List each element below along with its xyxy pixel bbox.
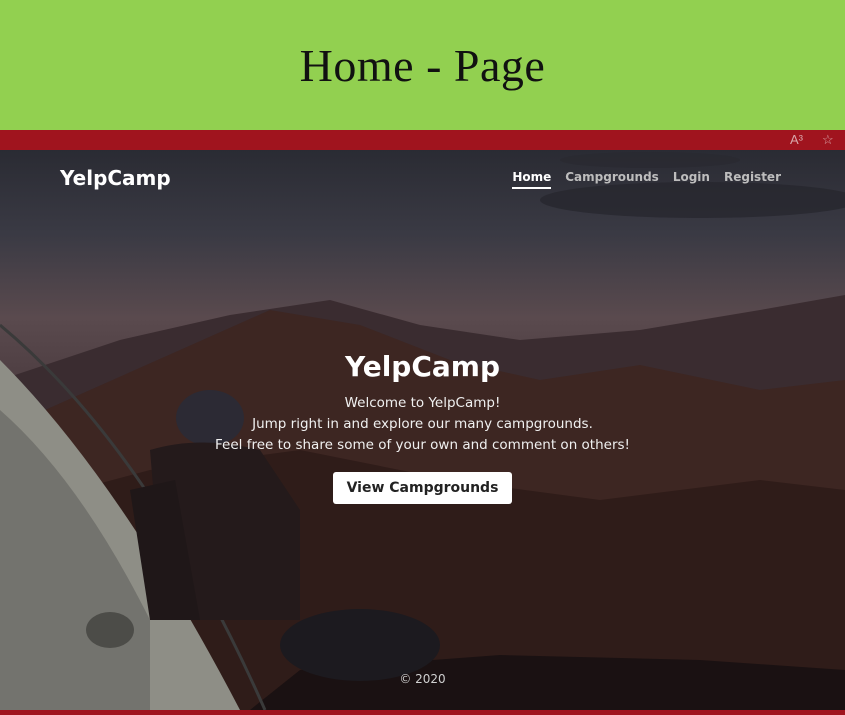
navbar: YelpCamp Home Campgrounds Login Register: [0, 150, 845, 210]
nav-link-register[interactable]: Register: [724, 170, 781, 189]
view-campgrounds-button[interactable]: View Campgrounds: [332, 472, 513, 504]
nav-link-campgrounds[interactable]: Campgrounds: [565, 170, 659, 189]
page-title: Home - Page: [299, 39, 546, 91]
hero-explore-text: Jump right in and explore our many campg…: [252, 416, 593, 432]
navbar-brand[interactable]: YelpCamp: [60, 166, 171, 190]
nav-link-login[interactable]: Login: [673, 170, 710, 189]
nav-links: Home Campgrounds Login Register: [512, 170, 781, 189]
hero-share-text: Feel free to share some of your own and …: [215, 437, 630, 453]
hero-content: YelpCamp Welcome to YelpCamp! Jump right…: [0, 350, 845, 504]
bottom-border: [0, 710, 845, 715]
hero-title: YelpCamp: [345, 350, 500, 383]
nav-link-home[interactable]: Home: [512, 170, 552, 189]
read-aloud-icon[interactable]: A³: [790, 131, 803, 149]
hero-section: YelpCamp Home Campgrounds Login Register…: [0, 150, 845, 710]
browser-toolbar-strip: A³ ☆: [0, 130, 845, 150]
title-banner: Home - Page: [0, 0, 845, 130]
favorite-star-icon[interactable]: ☆: [822, 131, 834, 149]
footer-copyright: © 2020: [399, 672, 446, 686]
hero-welcome-text: Welcome to YelpCamp!: [344, 395, 501, 411]
